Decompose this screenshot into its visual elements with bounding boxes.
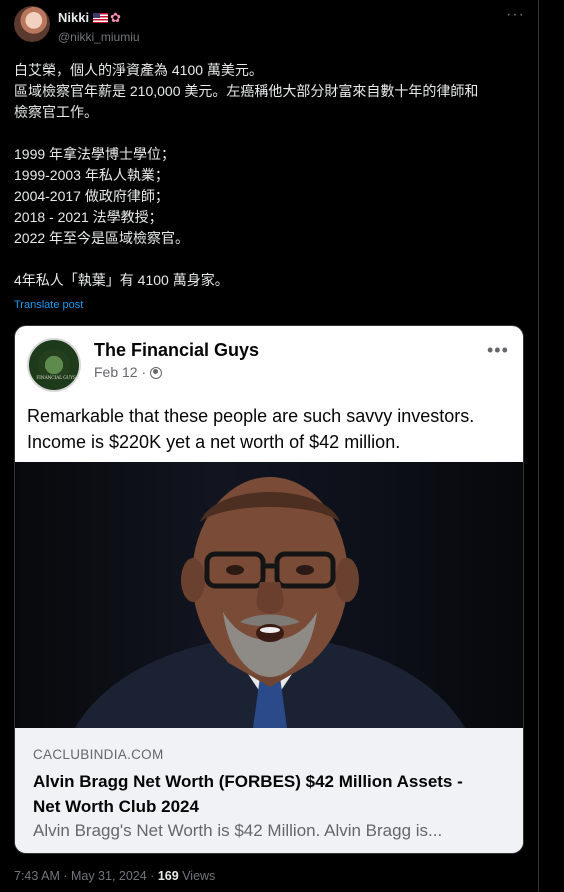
link-title-line: Alvin Bragg Net Worth (FORBES) $42 Milli… [33,772,463,791]
post-date-text: Feb 12 · [94,364,147,380]
post-text-line [14,249,529,270]
post-text-line: 1999-2003 年私人執業； [14,167,169,183]
link-domain: CACLUBINDIA.COM [33,747,164,762]
post-text-line: 2022 年至今是區域檢察官。 [14,230,190,246]
post-date: Feb 12 · [94,364,163,380]
page-name: The Financial Guys [94,340,260,360]
link-title-line: Net Worth Club 2024 [33,797,199,816]
author-handle[interactable]: @nikki_miumiu [58,30,140,44]
post-text-line: 4年私人「執葉」有 4100 萬身家。 [14,272,229,288]
page-logo: FINANCIAL GUYS [27,338,81,392]
embed-more-icon: ••• [487,340,509,360]
us-flag-icon [93,13,109,23]
views-count: 169 [157,869,179,883]
post: Nikki ✿ @nikki_miumiu ··· 白艾榮，個人的淨資產為 410… [0,0,538,892]
more-options-icon[interactable]: ··· [506,6,525,24]
post-text-line: 檢察官工作。 [14,104,98,120]
link-title: Alvin Bragg Net Worth (FORBES) $42 Milli… [33,769,513,819]
link-description: Alvin Bragg's Net Worth is $42 Million. … [33,821,443,840]
post-meta: 7:43 AM · May 31, 2024 · 169 Views [14,869,215,883]
column-divider [538,0,539,892]
embed-post-text: Remarkable that these people are such sa… [27,403,517,455]
post-text: 白艾榮，個人的淨資產為 4100 萬美元。 區域檢察官年薪是 210,000 美… [14,60,529,291]
views-label: Views [182,869,216,883]
author-name-row[interactable]: Nikki ✿ [58,10,121,26]
author-name[interactable]: Nikki [58,10,89,25]
post-text-line: 2018 - 2021 法學教授； [14,209,163,225]
post-timestamp[interactable]: 7:43 AM · May 31, 2024 · [14,869,154,883]
globe-icon [150,367,163,379]
embed-text-line: Income is $220K yet a net worth of $42 m… [27,432,401,452]
translate-post-link[interactable]: Translate post [14,299,83,311]
portrait-illustration [75,477,465,728]
embed-text-line: Remarkable that these people are such sa… [27,406,475,426]
post-text-line: 1999 年拿法學博士學位； [14,146,176,162]
post-text-line: 區域檢察官年薪是 210,000 美元。左癌稱他大部分財富來自數十年的律師和 [14,83,479,99]
post-text-line [14,123,529,144]
link-preview[interactable]: CACLUBINDIA.COM Alvin Bragg Net Worth (F… [15,728,523,853]
page-logo-text: FINANCIAL GUYS [36,376,76,381]
cherry-blossom-icon: ✿ [110,10,121,25]
avatar[interactable] [14,6,50,42]
post-text-line: 2004-2017 做政府律師； [14,188,169,204]
post-text-line: 白艾榮，個人的淨資產為 4100 萬美元。 [14,62,263,78]
portrait-photo [15,462,523,728]
embedded-image-card[interactable]: FINANCIAL GUYS The Financial Guys Feb 12… [14,325,524,854]
